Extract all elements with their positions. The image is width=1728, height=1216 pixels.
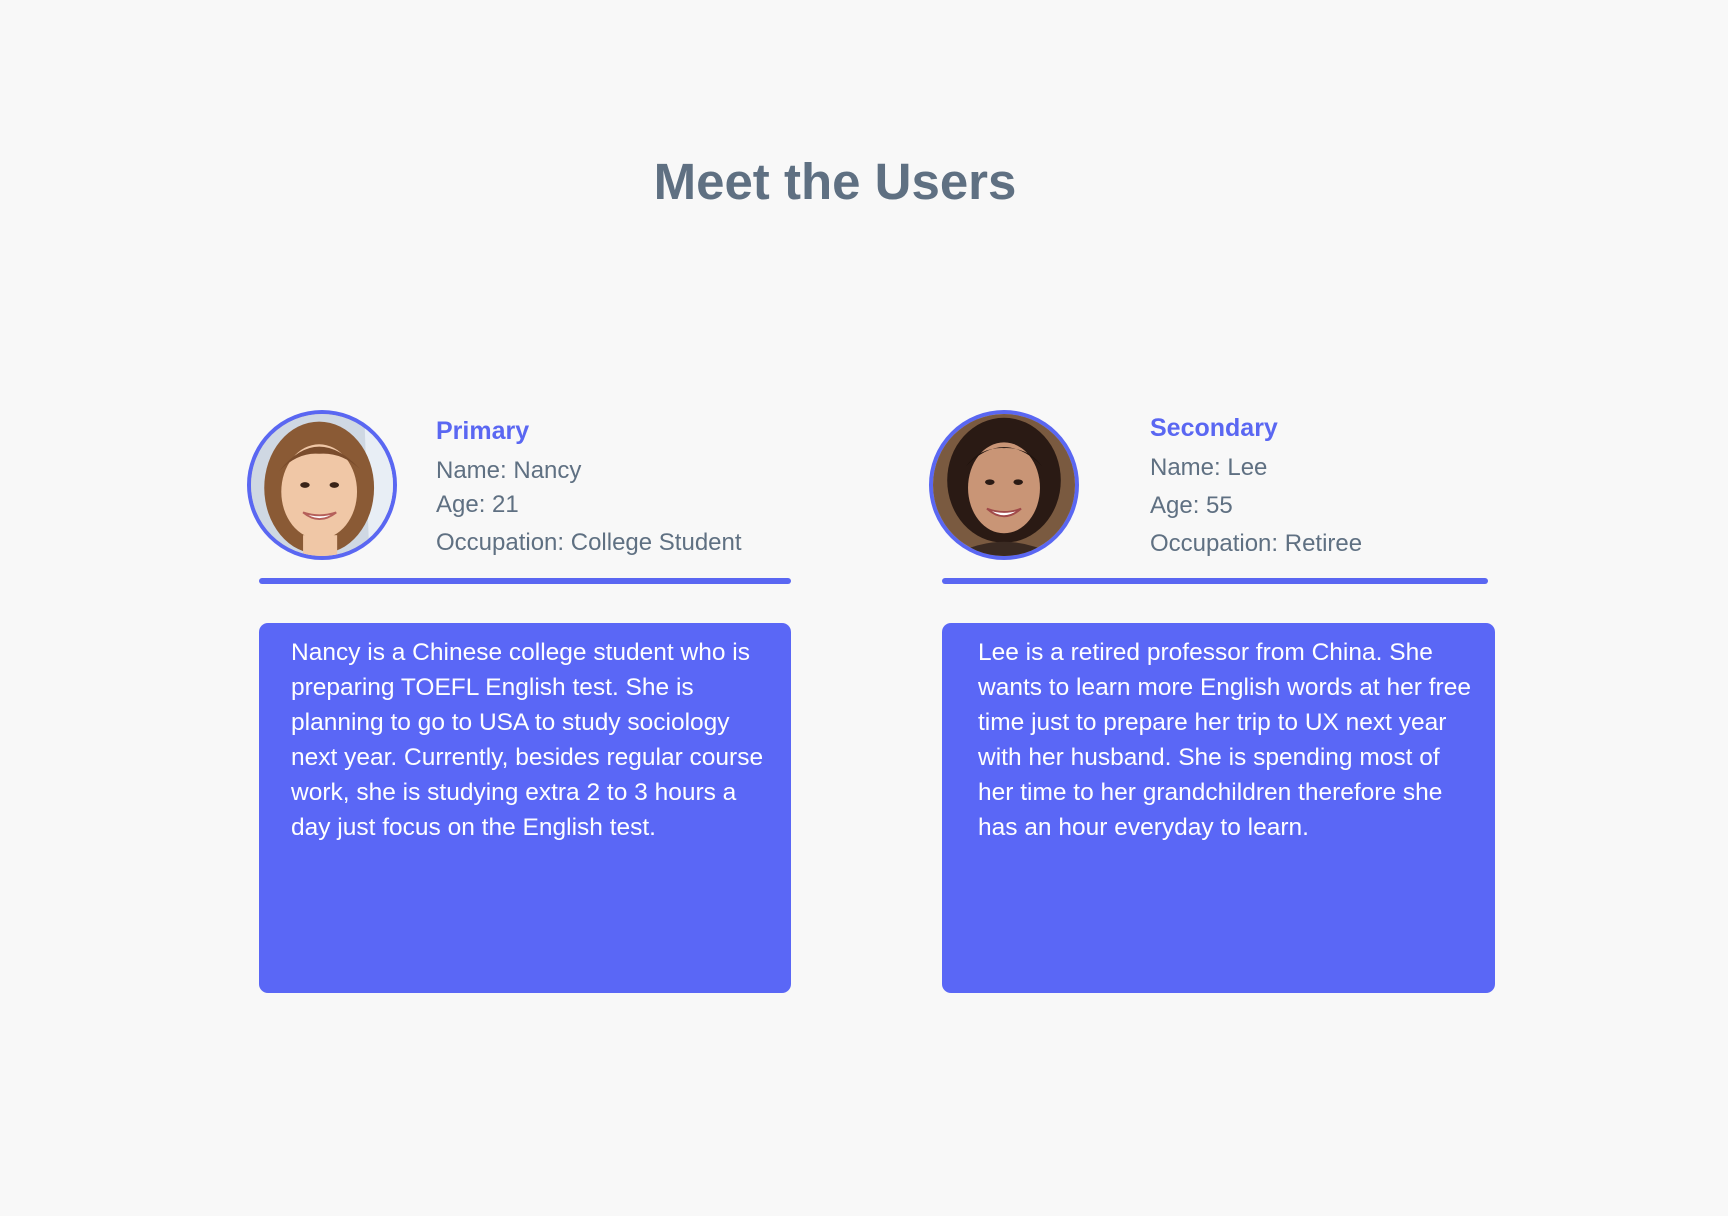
persona-name: Name: Nancy — [436, 457, 582, 484]
persona-age: Age: 55 — [1150, 492, 1233, 519]
page-title: Meet the Users — [653, 153, 1017, 210]
persona-info: Secondary Name: Lee Age: 55 Occupation: … — [1150, 410, 1362, 561]
persona-bio: Lee is a retired professor from China. S… — [978, 639, 1471, 841]
persona-name: Name: Lee — [1150, 454, 1268, 481]
persona-divider — [259, 578, 791, 584]
avatar-nancy — [247, 410, 397, 560]
persona-bio-card: Nancy is a Chinese college student who i… — [259, 623, 791, 993]
avatar-lee — [929, 410, 1079, 560]
avatar-photo-lee — [933, 414, 1075, 556]
persona-role: Secondary — [1150, 414, 1278, 442]
persona-divider — [942, 578, 1488, 584]
persona-age: Age: 21 — [436, 491, 519, 518]
persona-bio: Nancy is a Chinese college student who i… — [291, 639, 764, 841]
persona-role: Primary — [436, 417, 530, 445]
avatar-photo-nancy — [251, 414, 393, 556]
persona-info: Primary Name: Nancy Age: 21 Occupation: … — [436, 410, 742, 560]
persona-occupation: Occupation: Retiree — [1150, 530, 1363, 557]
persona-bio-card: Lee is a retired professor from China. S… — [942, 623, 1495, 993]
persona-occupation: Occupation: College Student — [436, 529, 742, 556]
